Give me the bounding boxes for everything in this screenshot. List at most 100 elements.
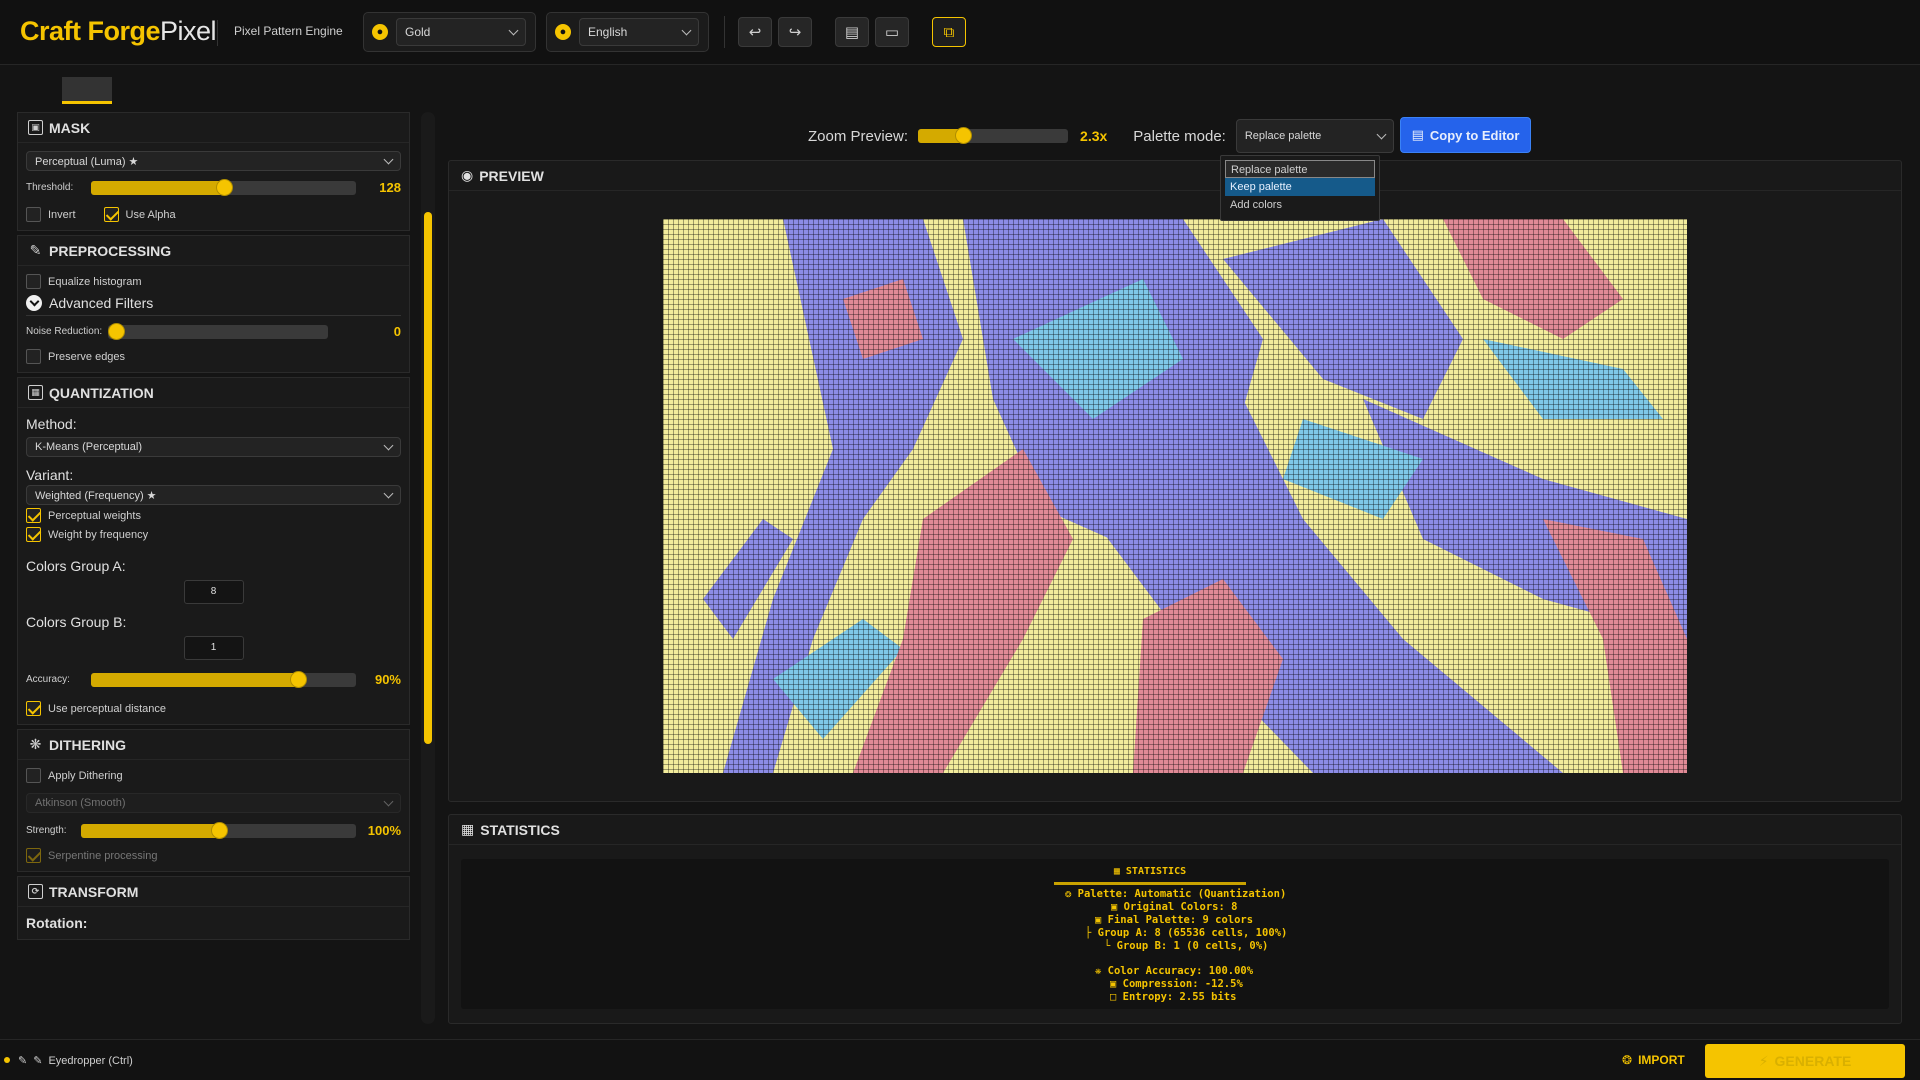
section-header[interactable]: ▦ QUANTIZATION	[18, 378, 409, 408]
preview-title: PREVIEW	[479, 167, 544, 184]
stat-line: Original Colors: 8	[1123, 901, 1238, 913]
invert-checkbox[interactable]: Invert	[26, 207, 76, 222]
undo-icon: ↩	[748, 24, 762, 41]
method-select[interactable]: K-Means (Perceptual)	[26, 437, 401, 457]
theme-select[interactable]: Gold	[396, 18, 526, 46]
checkbox-box[interactable]	[26, 349, 41, 364]
redo-button[interactable]: ↪	[778, 17, 812, 47]
chevron-down-icon	[383, 796, 394, 806]
undo-button[interactable]: ↩	[738, 17, 772, 47]
language-value: English	[588, 25, 628, 39]
stat-line: Final Palette: 9 colors	[1107, 914, 1254, 926]
perceptual-weights-checkbox[interactable]: Perceptual weights	[26, 508, 401, 523]
use-alpha-checkbox[interactable]: Use Alpha	[103, 207, 176, 222]
section-header[interactable]: ❋ DITHERING	[18, 730, 409, 760]
palette-option-add[interactable]: Add colors	[1225, 196, 1375, 214]
stat-line: Color Accuracy: 100.00%	[1107, 965, 1254, 977]
statistics-box-header: ▦ STATISTICS	[1054, 861, 1246, 885]
checkbox-box[interactable]	[26, 207, 41, 222]
open-button[interactable]: ▭	[875, 17, 909, 47]
status-dot	[4, 1057, 10, 1063]
equalize-label: Equalize histogram	[48, 275, 142, 288]
variant-select[interactable]: Weighted (Frequency) ★	[26, 485, 401, 505]
checkbox-box[interactable]	[26, 701, 41, 716]
stat-line: Palette: Automatic (Quantization)	[1077, 888, 1287, 900]
copy-to-editor-button[interactable]: ▤ Copy to Editor	[1400, 117, 1531, 153]
palette-option-replace[interactable]: Replace palette	[1225, 160, 1375, 178]
threshold-slider[interactable]	[91, 178, 356, 196]
mask-mode-select[interactable]: Perceptual (Luma) ★	[26, 151, 401, 171]
panel-header: ◉ PREVIEW	[449, 161, 1901, 191]
eyedropper-hint: ✎ ✎ Eyedropper (Ctrl)	[18, 1054, 133, 1068]
variant-value: Weighted (Frequency) ★	[35, 489, 157, 502]
noise-value: 0	[393, 324, 401, 339]
divider	[217, 20, 218, 46]
section-header[interactable]: ⟳ TRANSFORM	[18, 877, 409, 907]
save-button[interactable]: ▤	[835, 17, 869, 47]
method-label: Method:	[26, 416, 77, 432]
equalize-checkbox[interactable]: Equalize histogram	[26, 274, 401, 289]
method-value: K-Means (Perceptual)	[35, 441, 142, 453]
generate-label: GENERATE	[1774, 1053, 1852, 1069]
pixel-preview-canvas[interactable]	[663, 219, 1687, 773]
section-header[interactable]: ✎ PREPROCESSING	[18, 236, 409, 266]
preprocessing-section: ✎ PREPROCESSING Equalize histogram Advan…	[17, 235, 410, 373]
section-header[interactable]: ▣ MASK	[18, 113, 409, 143]
slider-fill	[81, 823, 219, 838]
import-button[interactable]: ❂ IMPORT	[1622, 1053, 1685, 1067]
group-b-input[interactable]: 1	[183, 636, 244, 660]
clipboard-icon: ▤	[1411, 127, 1424, 142]
checkbox-box[interactable]	[26, 848, 41, 863]
chevron-down-icon	[383, 154, 394, 164]
checkbox-box[interactable]	[26, 768, 41, 783]
statistics-title: STATISTICS	[480, 821, 560, 838]
zoom-slider[interactable]	[918, 127, 1069, 144]
perceptual-distance-checkbox[interactable]: Use perceptual distance	[26, 701, 401, 716]
slider-handle[interactable]	[290, 670, 307, 688]
weight-frequency-checkbox[interactable]: Weight by frequency	[26, 527, 401, 542]
zoom-label: Zoom Preview:	[808, 127, 909, 145]
palette-mode-label: Palette mode:	[1133, 127, 1226, 145]
palette-mode-select[interactable]: Replace palette	[1235, 119, 1394, 153]
tab-active[interactable]	[62, 77, 112, 104]
advanced-filters-toggle[interactable]: Advanced Filters	[26, 295, 401, 316]
palette-option-keep[interactable]: Keep palette	[1225, 178, 1375, 196]
globe-icon: ●	[555, 24, 571, 40]
stat-final-palette: ▣ Final Palette: 9 colors	[1095, 914, 1253, 926]
checkbox-box[interactable]	[26, 527, 41, 542]
window-toggle-button[interactable]: ⧉	[932, 17, 966, 47]
apply-dithering-checkbox[interactable]: Apply Dithering	[26, 768, 401, 783]
strength-slider[interactable]	[81, 821, 356, 839]
language-select[interactable]: English	[579, 18, 699, 46]
slider-handle[interactable]	[955, 127, 973, 144]
generate-button[interactable]: ⚡ GENERATE	[1705, 1044, 1905, 1078]
preserve-edges-checkbox[interactable]: Preserve edges	[26, 349, 401, 364]
brand-name: Craft Forge	[20, 16, 161, 46]
lightning-icon: ⚡	[1758, 1052, 1769, 1069]
checkbox-box[interactable]	[26, 274, 41, 289]
scrollbar-thumb[interactable]	[424, 212, 432, 744]
eye-icon: ◉	[461, 167, 474, 183]
accuracy-value: 90%	[374, 672, 401, 687]
stat-group-a: ├ Group A: 8 (65536 cells, 100%)	[1085, 927, 1288, 939]
import-label: IMPORT	[1638, 1053, 1685, 1067]
pixel-grid-overlay	[663, 219, 1687, 773]
zoom-value: 2.3x	[1080, 128, 1108, 144]
slider-handle[interactable]	[216, 178, 233, 196]
preserve-edges-label: Preserve edges	[48, 350, 126, 363]
noise-slider[interactable]	[108, 322, 328, 340]
checkbox-box[interactable]	[103, 207, 119, 222]
threshold-label: Threshold:	[26, 182, 74, 193]
group-a-input[interactable]: 8	[183, 580, 244, 604]
slider-handle[interactable]	[108, 322, 125, 340]
section-title: MASK	[49, 119, 91, 136]
checkbox-box[interactable]	[26, 508, 41, 523]
rotation-label: Rotation:	[26, 915, 88, 931]
dithering-algorithm-select[interactable]: Atkinson (Smooth)	[26, 793, 401, 813]
sidebar-scrollbar[interactable]	[421, 112, 435, 1024]
perceptual-weights-label: Perceptual weights	[48, 509, 141, 522]
pencil-icon: ✎	[18, 1055, 28, 1067]
accuracy-slider[interactable]	[91, 670, 356, 688]
slider-handle[interactable]	[211, 821, 228, 839]
serpentine-checkbox[interactable]: Serpentine processing	[26, 848, 401, 863]
